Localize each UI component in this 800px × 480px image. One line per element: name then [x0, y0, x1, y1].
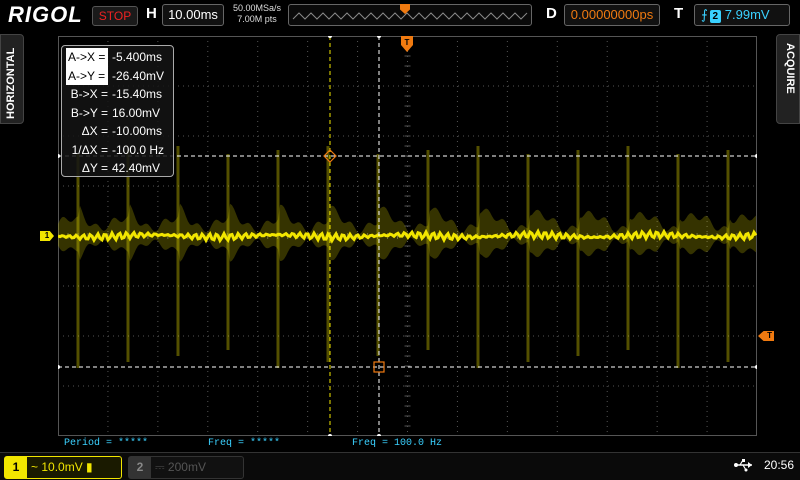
cursor-row: ΔX = -10.00ms	[66, 122, 169, 141]
trigger-level-marker[interactable]: T	[758, 331, 774, 341]
sample-rate: 50.00MSa/s	[232, 3, 282, 13]
cursor-end-dot	[755, 154, 757, 158]
usb-icon	[734, 459, 752, 472]
cursor-key: B->Y =	[70, 105, 108, 120]
cursor-key: 1/ΔX =	[71, 142, 108, 157]
cursor-key: A->Y =	[66, 66, 108, 85]
trigger-position-marker[interactable]: T	[401, 36, 413, 52]
horizontal-label: H	[146, 5, 157, 22]
horizontal-menu-tab[interactable]: HORIZONTAL	[0, 34, 24, 124]
trigger-source: 2	[709, 10, 721, 23]
timebase-value[interactable]: 10.00ms	[162, 4, 224, 26]
channel-bar: 1 ~ 10.0mV ▮ 2 ⎓ 200mV	[0, 452, 800, 480]
measurement-freq: Freq = *****	[208, 438, 281, 449]
memory-depth: 7.00M pts	[237, 14, 277, 24]
horizontal-tab-label: HORIZONTAL	[5, 47, 17, 119]
delay-label: D	[546, 5, 557, 22]
cursor-key: A->X =	[66, 48, 108, 67]
cursor-end-dot	[377, 434, 381, 436]
rising-edge-icon: ⨍	[701, 7, 708, 22]
brand-logo: RIGOL	[8, 2, 83, 27]
cursor-end-dot	[58, 154, 60, 158]
ch1-scale: ~ 10.0mV	[31, 460, 83, 474]
cursor-end-dot	[328, 434, 332, 436]
cursor-value: -15.40ms	[112, 87, 163, 101]
acquire-menu-tab[interactable]: ACQUIRE	[776, 34, 800, 124]
cursor-row: A->Y = -26.40mV	[66, 66, 169, 85]
cursor-value: -100.0 Hz	[112, 142, 165, 157]
cursor-value: 42.40mV	[112, 161, 161, 175]
ch2-number: 2	[129, 457, 151, 478]
cursor-key: ΔX =	[81, 124, 108, 138]
ch2-settings[interactable]: 2 ⎓ 200mV	[128, 456, 244, 479]
cursor-row: B->X = -15.40ms	[66, 85, 169, 104]
measurement-period: Period = *****	[64, 438, 149, 449]
ch1-settings[interactable]: 1 ~ 10.0mV ▮	[4, 456, 122, 479]
ch1-offset-marker[interactable]: 1	[40, 231, 54, 241]
cursor-readout-panel: A->X = -5.400ms A->Y = -26.40mV B->X = -15.…	[61, 45, 174, 177]
run-stop-indicator[interactable]: STOP	[92, 6, 138, 26]
cursor-row: A->X = -5.400ms	[66, 48, 169, 67]
cursor-row: ΔY = 42.40mV	[66, 159, 169, 178]
ch1-number: 1	[5, 457, 27, 478]
cursor-row: B->Y = 16.00mV	[66, 104, 169, 123]
trigger-level-value: 7.99mV	[724, 7, 770, 22]
clock: 20:56	[764, 458, 795, 472]
cursor-key: B->X =	[70, 87, 108, 101]
ch2-coupling-icon: ⎓	[155, 460, 168, 474]
acquire-tab-label: ACQUIRE	[784, 43, 796, 94]
trigger-settings[interactable]: ⨍ 2 7.99mV	[694, 4, 790, 26]
cursor-key: ΔY =	[81, 161, 108, 175]
sample-info: 50.00MSa/s 7.00M pts	[229, 3, 285, 25]
status-bar: RIGOL STOP H 10.00ms 50.00MSa/s 7.00M pt…	[0, 0, 800, 30]
ch1-bandwidth-icon: ▮	[86, 460, 93, 474]
cursor-end-dot	[755, 365, 757, 369]
trigger-position-label: T	[405, 38, 410, 47]
cursor-value: -26.40mV	[112, 68, 165, 83]
cursor-value: 16.00mV	[112, 105, 161, 120]
cursor-value: -10.00ms	[112, 124, 163, 138]
ch2-scale: 200mV	[167, 460, 206, 474]
cursor-end-dot	[377, 36, 381, 38]
cursor-value: -5.400ms	[112, 50, 163, 64]
cursor-row: 1/ΔX = -100.0 Hz	[66, 141, 169, 160]
delay-value[interactable]: 0.00000000ps	[564, 4, 660, 26]
measurement-cursor-freq: Freq = 100.0 Hz	[352, 438, 443, 449]
cursor-end-dot	[58, 365, 60, 369]
cursor-end-dot	[328, 36, 332, 38]
memory-overview-bar[interactable]	[288, 4, 532, 26]
trigger-label: T	[674, 5, 684, 22]
memory-waveform-preview	[292, 12, 528, 20]
